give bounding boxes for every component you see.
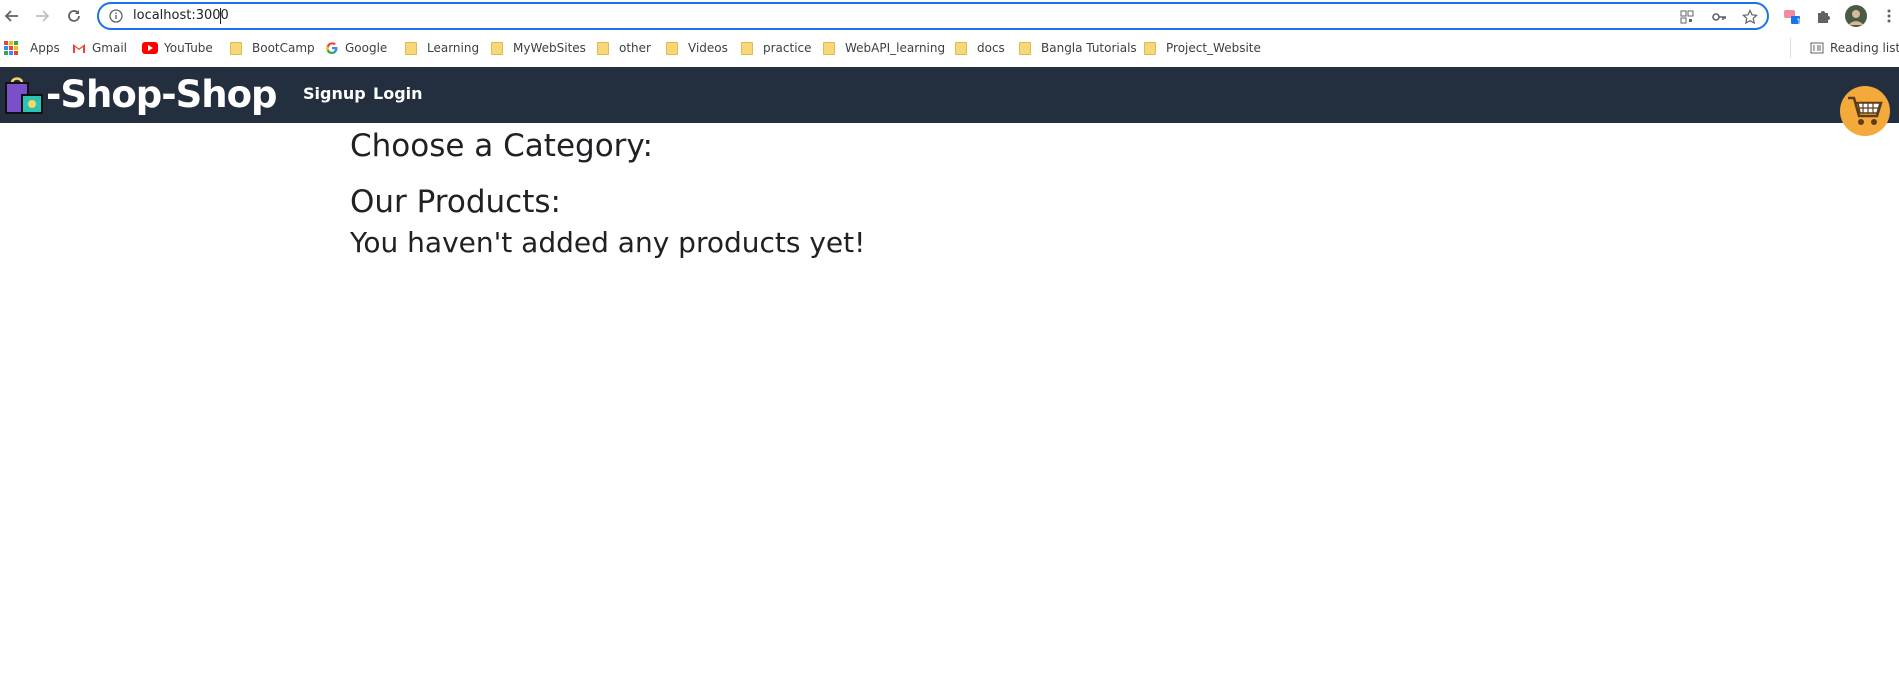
bookmark-label: other — [619, 41, 651, 55]
bookmark-bangla-tutorials[interactable]: Bangla Tutorials — [1019, 38, 1137, 58]
youtube-icon — [142, 42, 158, 54]
qr-code-icon[interactable] — [1679, 9, 1695, 25]
bookmark-docs[interactable]: docs — [955, 38, 1005, 58]
folder-icon — [823, 41, 835, 55]
bookmark-learning[interactable]: Learning — [405, 38, 479, 58]
forward-button[interactable] — [32, 6, 52, 26]
folder-icon — [955, 41, 967, 55]
app-header: -Shop-Shop Signup Login — [0, 67, 1899, 123]
bookmark-label: Bangla Tutorials — [1041, 41, 1137, 55]
google-icon — [326, 42, 338, 54]
bookmark-label: practice — [763, 41, 812, 55]
folder-icon — [491, 41, 503, 55]
bookmark-other[interactable]: other — [597, 38, 651, 58]
signup-link[interactable]: Signup — [303, 84, 366, 103]
bookmark-label: Learning — [427, 41, 480, 55]
folder-icon — [741, 41, 753, 55]
folder-icon — [1144, 41, 1156, 55]
folder-icon — [1019, 41, 1031, 55]
bookmark-gmail[interactable]: Gmail — [72, 38, 127, 58]
bookmark-label: WebAPI_learning — [845, 41, 946, 55]
address-bar[interactable]: localhost:3000 — [97, 2, 1769, 30]
bookmark-star-icon[interactable] — [1742, 9, 1758, 25]
bookmark-apps[interactable]: Apps — [4, 38, 60, 58]
browser-toolbar: localhost:3000 1 — [0, 0, 1899, 32]
bookmark-label: docs — [977, 41, 1005, 55]
puzzle-piece-icon[interactable] — [1815, 7, 1833, 25]
products-heading: Our Products: — [350, 184, 561, 220]
bookmarks-bar: Apps Gmail YouTube BootCamp Google Learn… — [0, 36, 1899, 60]
bookmark-label: Apps — [30, 41, 60, 55]
profile-avatar[interactable] — [1845, 5, 1867, 27]
folder-icon — [597, 41, 609, 55]
site-info-icon[interactable] — [109, 9, 123, 23]
back-button[interactable] — [2, 6, 22, 26]
bookmark-google[interactable]: Google — [325, 38, 387, 58]
apps-grid-icon — [4, 41, 18, 55]
more-vertical-icon[interactable] — [1880, 7, 1898, 25]
reading-list-icon — [1810, 42, 1824, 54]
reading-list-button[interactable]: Reading list — [1810, 38, 1899, 58]
arrow-right-icon — [36, 10, 50, 22]
bookmark-label: Videos — [688, 41, 728, 55]
text-caret — [220, 8, 221, 24]
bookmark-label: Gmail — [92, 41, 128, 55]
login-link[interactable]: Login — [373, 84, 423, 103]
reload-button[interactable] — [64, 6, 84, 26]
bookmarks-divider — [1790, 38, 1791, 58]
reading-list-label: Reading list — [1830, 41, 1899, 55]
cart-button[interactable] — [1840, 86, 1890, 136]
category-heading: Choose a Category: — [350, 128, 653, 164]
folder-icon — [230, 41, 242, 55]
folder-icon — [666, 41, 678, 55]
arrow-left-icon — [4, 10, 18, 22]
shopping-bag-logo-icon[interactable] — [4, 75, 44, 115]
bookmark-videos[interactable]: Videos — [666, 38, 728, 58]
bookmark-label: YouTube — [164, 41, 213, 55]
bookmark-label: Project_Website — [1166, 41, 1261, 55]
folder-icon — [405, 41, 417, 55]
brand-title[interactable]: -Shop-Shop — [46, 74, 277, 116]
reload-icon — [68, 10, 80, 22]
empty-products-message: You haven't added any products yet! — [350, 226, 866, 259]
bookmark-label: Google — [345, 41, 388, 55]
bookmark-webapi-learning[interactable]: WebAPI_learning — [823, 38, 945, 58]
key-icon[interactable] — [1711, 9, 1727, 25]
bookmark-label: MyWebSites — [513, 41, 586, 55]
bookmark-project-website[interactable]: Project_Website — [1144, 38, 1261, 58]
gmail-icon — [73, 44, 85, 53]
bookmark-youtube[interactable]: YouTube — [142, 38, 213, 58]
bookmark-practice[interactable]: practice — [741, 38, 812, 58]
shopping-cart-icon — [1848, 96, 1883, 125]
url-text[interactable]: localhost:3000 — [133, 8, 229, 23]
bookmark-label: BootCamp — [252, 41, 315, 55]
extension-badge: 1 — [1796, 18, 1802, 28]
bookmark-mywebsites[interactable]: MyWebSites — [491, 38, 586, 58]
bookmark-bootcamp[interactable]: BootCamp — [230, 38, 315, 58]
